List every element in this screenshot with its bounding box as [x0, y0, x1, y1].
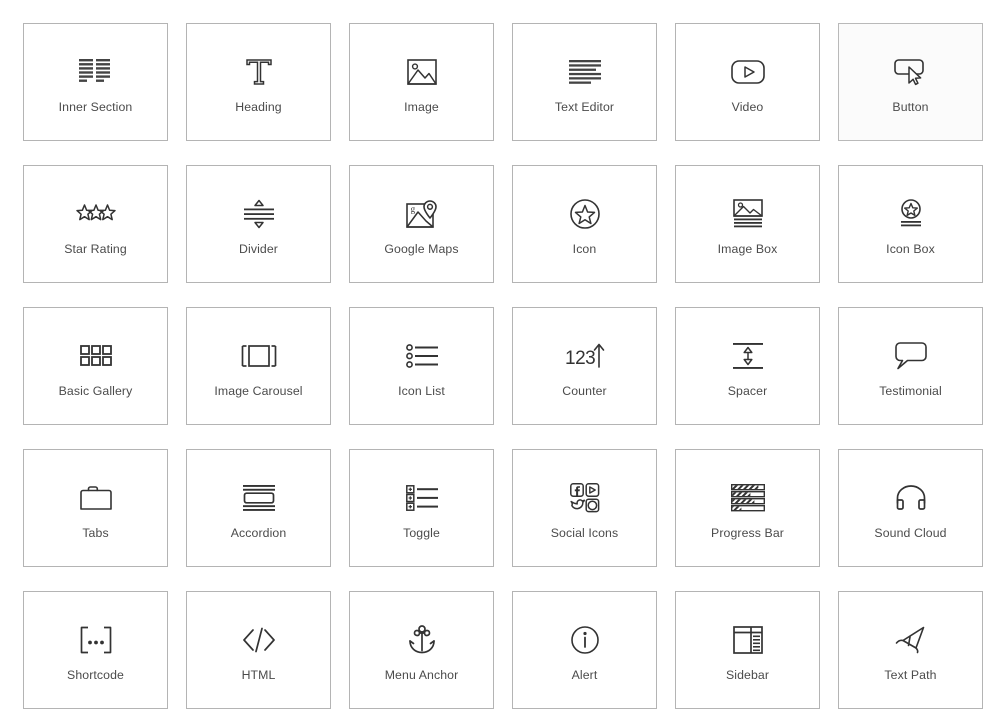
widget-label: Image Carousel: [214, 383, 303, 398]
html-code-icon: [236, 618, 282, 662]
widget-card-icon[interactable]: Icon: [512, 165, 657, 283]
svg-text:123: 123: [565, 348, 595, 369]
widget-card-icon-list[interactable]: Icon List: [349, 307, 494, 425]
widget-label: Counter: [562, 383, 607, 398]
widget-card-progress-bar[interactable]: Progress Bar: [675, 449, 820, 567]
google-maps-icon: g: [399, 192, 445, 236]
image-carousel-icon: [236, 334, 282, 378]
svg-text:g: g: [410, 204, 415, 214]
widget-card-heading[interactable]: Heading: [186, 23, 331, 141]
progress-bar-icon: [725, 476, 771, 520]
widget-card-toggle[interactable]: Toggle: [349, 449, 494, 567]
widget-card-image-box[interactable]: Image Box: [675, 165, 820, 283]
widget-card-menu-anchor[interactable]: Menu Anchor: [349, 591, 494, 709]
widget-label: Accordion: [230, 525, 287, 540]
widget-label: Icon List: [398, 383, 445, 398]
widget-card-basic-gallery[interactable]: Basic Gallery: [23, 307, 168, 425]
widget-label: Button: [892, 99, 929, 114]
widget-card-html[interactable]: HTML: [186, 591, 331, 709]
widget-card-button[interactable]: Button: [838, 23, 983, 141]
widget-label: Testimonial: [879, 383, 942, 398]
widget-label: Icon: [572, 241, 597, 256]
widget-card-social-icons[interactable]: Social Icons: [512, 449, 657, 567]
basic-gallery-icon: [73, 334, 119, 378]
widget-label: Text Path: [884, 667, 937, 682]
menu-anchor-icon: [399, 618, 445, 662]
widget-label: Tabs: [82, 525, 109, 540]
image-icon: [399, 50, 445, 94]
image-box-icon: [725, 192, 771, 236]
sound-cloud-icon: [888, 476, 934, 520]
widget-label: Google Maps: [384, 241, 459, 256]
widget-card-text-editor[interactable]: Text Editor: [512, 23, 657, 141]
widget-label: Star Rating: [64, 241, 127, 256]
widget-card-tabs[interactable]: Tabs: [23, 449, 168, 567]
widget-card-alert[interactable]: Alert: [512, 591, 657, 709]
widget-card-image-carousel[interactable]: Image Carousel: [186, 307, 331, 425]
widget-label: Text Editor: [554, 99, 615, 114]
widget-card-counter[interactable]: 123 Counter: [512, 307, 657, 425]
spacer-icon: [725, 334, 771, 378]
social-icons-icon: [562, 476, 608, 520]
inner-section-icon: [73, 50, 119, 94]
tabs-icon: [73, 476, 119, 520]
widget-label: Video: [731, 99, 764, 114]
counter-icon: 123: [562, 334, 608, 378]
widget-card-divider[interactable]: Divider: [186, 165, 331, 283]
shortcode-icon: [73, 618, 119, 662]
widget-card-image[interactable]: Image: [349, 23, 494, 141]
star-circle-icon: [562, 192, 608, 236]
sidebar-icon: [725, 618, 771, 662]
widget-card-icon-box[interactable]: Icon Box: [838, 165, 983, 283]
widget-label: Image Box: [717, 241, 778, 256]
button-cursor-icon: [888, 50, 934, 94]
text-path-icon: [888, 618, 934, 662]
testimonial-icon: [888, 334, 934, 378]
widget-label: Inner Section: [58, 99, 133, 114]
widget-label: Shortcode: [67, 667, 124, 682]
widget-label: HTML: [241, 667, 276, 682]
widget-label: Sound Cloud: [874, 525, 947, 540]
widget-grid: Inner Section Heading Image Text Editor …: [23, 23, 983, 709]
widget-label: Spacer: [727, 383, 768, 398]
widget-label: Image: [404, 99, 439, 114]
accordion-icon: [236, 476, 282, 520]
widget-card-star-rating[interactable]: Star Rating: [23, 165, 168, 283]
text-editor-icon: [562, 50, 608, 94]
widget-card-sound-cloud[interactable]: Sound Cloud: [838, 449, 983, 567]
widget-label: Toggle: [403, 525, 440, 540]
heading-t-icon: [236, 50, 282, 94]
widget-card-accordion[interactable]: Accordion: [186, 449, 331, 567]
divider-icon: [236, 192, 282, 236]
widget-label: Menu Anchor: [384, 667, 459, 682]
widget-card-google-maps[interactable]: g Google Maps: [349, 165, 494, 283]
widget-card-sidebar[interactable]: Sidebar: [675, 591, 820, 709]
widget-label: Divider: [239, 241, 278, 256]
widget-label: Sidebar: [725, 667, 770, 682]
widget-label: Alert: [571, 667, 598, 682]
widget-label: Progress Bar: [711, 525, 784, 540]
elements-widget-panel: Inner Section Heading Image Text Editor …: [0, 0, 1005, 720]
widget-label: Basic Gallery: [58, 383, 133, 398]
toggle-icon: [399, 476, 445, 520]
widget-label: Social Icons: [550, 525, 619, 540]
icon-box-icon: [888, 192, 934, 236]
widget-card-testimonial[interactable]: Testimonial: [838, 307, 983, 425]
widget-card-spacer[interactable]: Spacer: [675, 307, 820, 425]
widget-card-inner-section[interactable]: Inner Section: [23, 23, 168, 141]
widget-card-text-path[interactable]: Text Path: [838, 591, 983, 709]
widget-card-video[interactable]: Video: [675, 23, 820, 141]
alert-info-icon: [562, 618, 608, 662]
video-play-icon: [725, 50, 771, 94]
star-rating-icon: [73, 192, 119, 236]
widget-label: Icon Box: [886, 241, 935, 256]
widget-card-shortcode[interactable]: Shortcode: [23, 591, 168, 709]
widget-label: Heading: [235, 99, 282, 114]
icon-list-icon: [399, 334, 445, 378]
